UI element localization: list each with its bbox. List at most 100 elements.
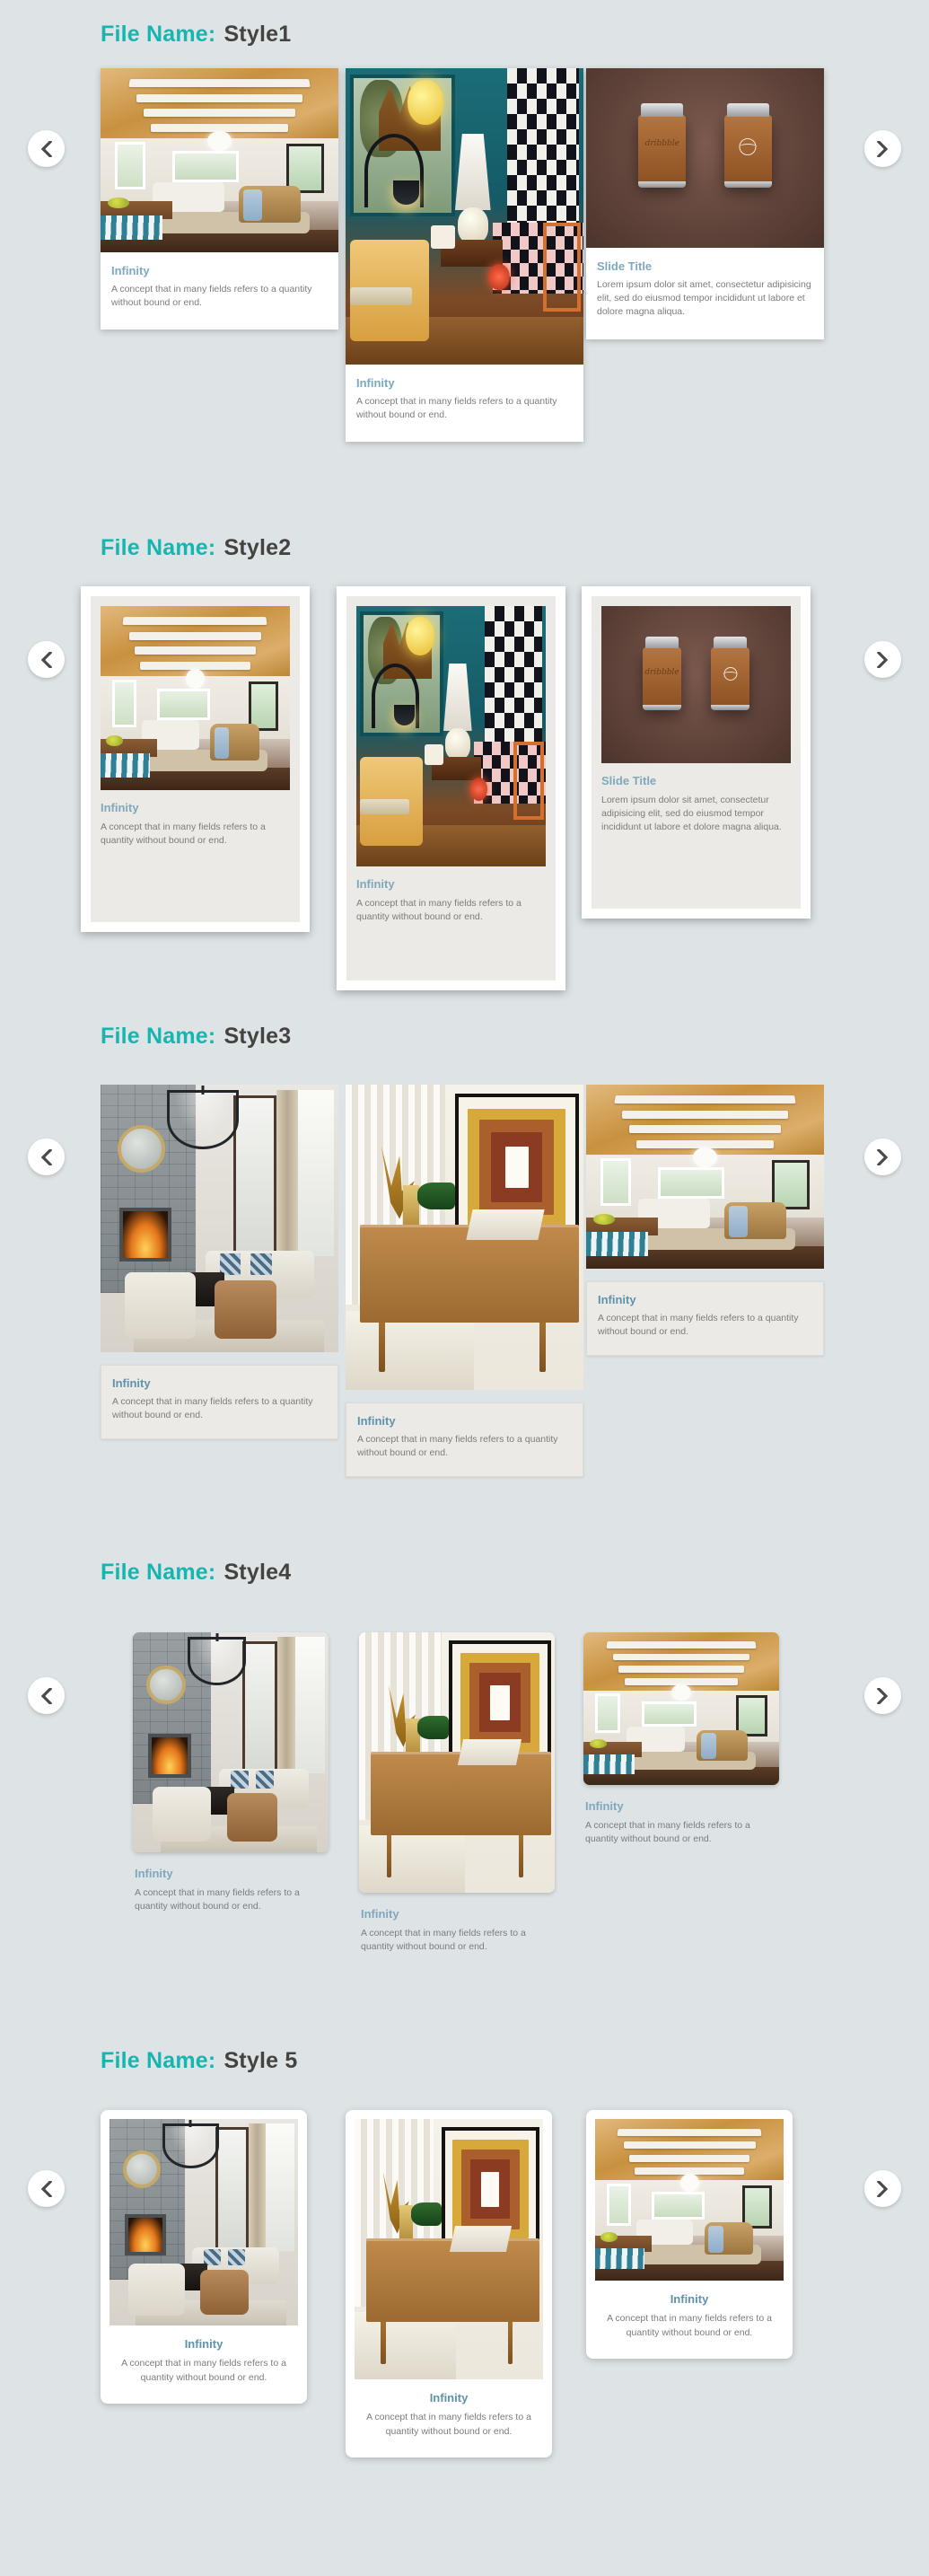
- card-image-teal-shop-interior-lamp: [346, 68, 583, 365]
- card-style2-2[interactable]: Infinity A concept that in many fields r…: [337, 586, 565, 990]
- card-title: Infinity: [670, 2292, 709, 2306]
- card-body: A concept that in many fields refers to …: [357, 1434, 558, 1459]
- section-title-style4: File Name: Style4: [0, 1560, 291, 1586]
- card-style1-2[interactable]: Infinity A concept that in many fields r…: [346, 68, 583, 443]
- card-body: A concept that in many fields refers to …: [121, 2358, 286, 2383]
- card-title: Infinity: [598, 1293, 636, 1306]
- file-name-label: File Name:: [101, 1560, 216, 1585]
- card-image-beamed-ceiling-sunroom: [583, 1632, 779, 1785]
- file-name-label: File Name:: [101, 22, 216, 47]
- card-body: A concept that in many fields refers to …: [356, 898, 521, 923]
- card-title: Infinity: [356, 877, 395, 891]
- card-body: Lorem ipsum dolor sit amet, consectetur …: [601, 795, 782, 833]
- card-body: A concept that in many fields refers to …: [366, 2412, 531, 2437]
- card-image-beamed-ceiling-sunroom: [586, 1085, 824, 1269]
- next-button-style3[interactable]: [864, 1139, 901, 1175]
- card-inner: dribbble Slide Title Lorem ipsum dolor s…: [592, 596, 801, 909]
- card-style5-2[interactable]: Infinity A concept that in many fields r…: [346, 2110, 552, 2457]
- card-body: A concept that in many fields refers to …: [585, 1820, 750, 1845]
- card-image-stone-fireplace-great-room: [110, 2119, 298, 2325]
- card-style3-2[interactable]: Infinity A concept that in many fields r…: [346, 1085, 583, 1478]
- card-caption: Infinity A concept that in many fields r…: [101, 1365, 338, 1440]
- prev-button-style4[interactable]: [28, 1677, 65, 1714]
- card-style5-1[interactable]: Infinity A concept that in many fields r…: [101, 2110, 307, 2404]
- chevron-left-icon: [40, 651, 52, 668]
- section-title-style5: File Name: Style 5: [0, 2048, 297, 2074]
- card-body: Lorem ipsum dolor sit amet, consectetur …: [597, 279, 811, 318]
- card-image-stone-fireplace-great-room: [101, 1085, 338, 1352]
- card-title: Infinity: [585, 1799, 624, 1813]
- card-style5-3[interactable]: Infinity A concept that in many fields r…: [586, 2110, 793, 2359]
- card-body: A concept that in many fields refers to …: [112, 1396, 313, 1421]
- card-style4-2[interactable]: Infinity A concept that in many fields r…: [359, 1632, 555, 1954]
- card-inner: Infinity A concept that in many fields r…: [346, 596, 556, 980]
- card-inner: Infinity A concept that in many fields r…: [91, 596, 300, 922]
- card-caption: Slide Title Lorem ipsum dolor sit amet, …: [586, 248, 824, 339]
- card-title: Slide Title: [597, 259, 653, 273]
- next-button-style4[interactable]: [864, 1677, 901, 1714]
- card-image-teak-credenza-artwork: [346, 1085, 583, 1390]
- chevron-right-icon: [877, 1687, 889, 1704]
- file-name-label: File Name:: [101, 2048, 216, 2073]
- card-body: A concept that in many fields refers to …: [101, 822, 266, 847]
- card-body: A concept that in many fields refers to …: [598, 1313, 799, 1338]
- card-image-beamed-ceiling-sunroom: [595, 2119, 784, 2281]
- card-title: Infinity: [111, 264, 150, 277]
- card-title: Slide Title: [601, 774, 657, 787]
- file-name-value: Style 5: [223, 2048, 298, 2073]
- card-caption: Infinity A concept that in many fields r…: [346, 365, 583, 442]
- card-title: Infinity: [356, 376, 395, 390]
- prev-button-style5[interactable]: [28, 2170, 65, 2207]
- card-image-beamed-ceiling-sunroom: [101, 606, 290, 790]
- card-style4-3[interactable]: Infinity A concept that in many fields r…: [583, 1632, 779, 1846]
- card-title: Infinity: [135, 1867, 173, 1880]
- card-title: Infinity: [112, 1376, 151, 1390]
- section-title-style3: File Name: Style3: [0, 1024, 291, 1050]
- card-image-teak-credenza-artwork: [359, 1632, 555, 1893]
- chevron-left-icon: [40, 140, 52, 157]
- card-image-teal-shop-interior-lamp: [356, 606, 546, 866]
- card-image-beamed-ceiling-sunroom: [101, 68, 338, 252]
- next-button-style5[interactable]: [864, 2170, 901, 2207]
- card-body: A concept that in many fields refers to …: [135, 1887, 300, 1912]
- prev-button-style3[interactable]: [28, 1139, 65, 1175]
- card-style2-1[interactable]: Infinity A concept that in many fields r…: [81, 586, 310, 932]
- card-body: A concept that in many fields refers to …: [361, 1928, 526, 1953]
- next-button-style2[interactable]: [864, 641, 901, 678]
- file-name-value: Style2: [223, 535, 292, 560]
- chevron-right-icon: [877, 1148, 889, 1165]
- file-name-value: Style1: [223, 22, 292, 47]
- chevron-left-icon: [40, 2180, 52, 2197]
- card-image-brown-wall-two-lighters: dribbble: [601, 606, 791, 763]
- section-title-style2: File Name: Style2: [0, 535, 291, 561]
- next-button-style1[interactable]: [864, 130, 901, 167]
- card-style4-1[interactable]: Infinity A concept that in many fields r…: [133, 1632, 329, 1913]
- card-body: A concept that in many fields refers to …: [111, 284, 312, 309]
- card-caption: Infinity A concept that in many fields r…: [586, 1281, 824, 1357]
- card-caption: Infinity A concept that in many fields r…: [133, 1852, 329, 1913]
- file-name-value: Style3: [223, 1024, 292, 1049]
- chevron-left-icon: [40, 1687, 52, 1704]
- card-style1-3[interactable]: dribbble Slide Title Lorem ipsum dolor s…: [586, 68, 824, 339]
- card-style2-3[interactable]: dribbble Slide Title Lorem ipsum dolor s…: [582, 586, 811, 919]
- card-style1-1[interactable]: Infinity A concept that in many fields r…: [101, 68, 338, 330]
- card-body: A concept that in many fields refers to …: [607, 2313, 772, 2338]
- chevron-right-icon: [877, 140, 889, 157]
- card-title: Infinity: [429, 2391, 469, 2405]
- prev-button-style1[interactable]: [28, 130, 65, 167]
- card-caption: Infinity A concept that in many fields r…: [583, 1785, 779, 1846]
- card-style3-1[interactable]: Infinity A concept that in many fields r…: [101, 1085, 338, 1440]
- chevron-right-icon: [877, 651, 889, 668]
- card-title: Infinity: [184, 2337, 223, 2351]
- prev-button-style2[interactable]: [28, 641, 65, 678]
- card-caption: Infinity A concept that in many fields r…: [101, 252, 338, 330]
- chevron-right-icon: [877, 2180, 889, 2197]
- card-image-brown-wall-two-lighters: dribbble: [586, 68, 824, 248]
- file-name-value: Style4: [223, 1560, 292, 1585]
- card-image-teak-credenza-artwork: [355, 2119, 543, 2379]
- card-body: A concept that in many fields refers to …: [356, 396, 557, 421]
- file-name-label: File Name:: [101, 1024, 216, 1049]
- chevron-left-icon: [40, 1148, 52, 1165]
- section-title-style1: File Name: Style1: [0, 22, 291, 48]
- card-style3-3[interactable]: Infinity A concept that in many fields r…: [586, 1085, 824, 1357]
